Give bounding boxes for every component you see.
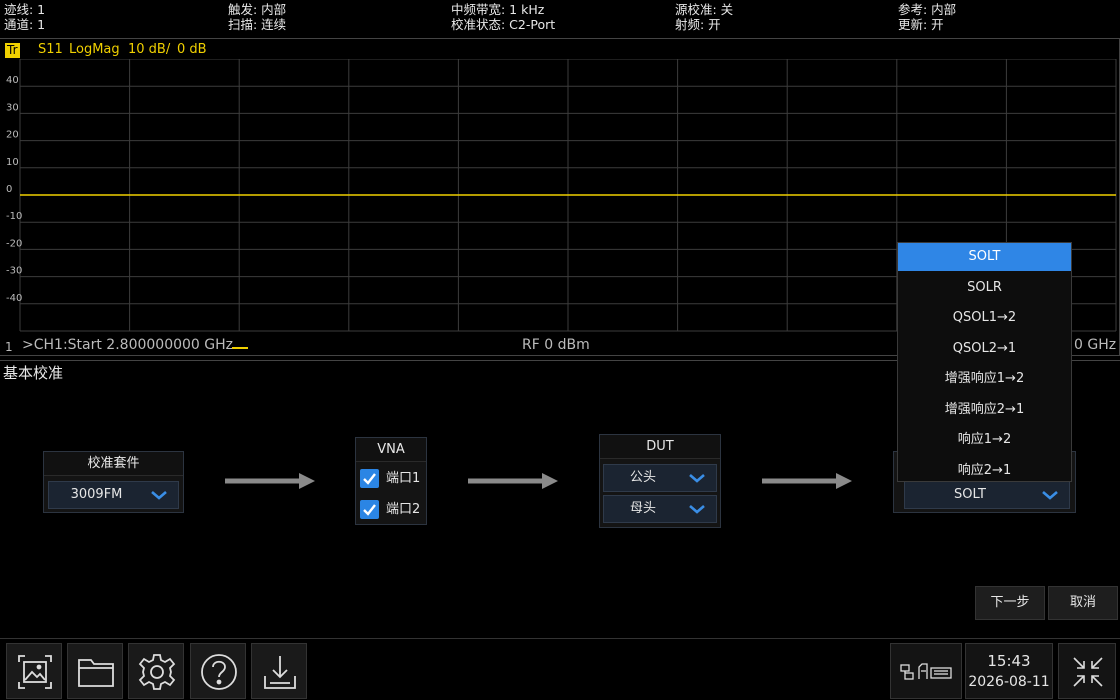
y-tick-label: -30 [6,266,22,277]
calibration-title: 基本校准 [3,364,64,382]
chevron-down-icon [689,505,705,514]
dropdown-option[interactable]: 响应1→2 [898,426,1071,454]
settings-button[interactable] [128,643,184,699]
chevron-down-icon [151,491,167,500]
clock[interactable]: 15:43 2026-08-11 [965,643,1053,699]
fullscreen-button[interactable] [1058,643,1116,699]
vna-label: VNA [356,438,426,462]
dut-connector2-select[interactable]: 母头 [603,495,717,523]
y-tick-label: -20 [6,238,22,249]
cal-kit-card: 校准套件 3009FM [43,451,184,513]
stop-frequency[interactable]: 0 GHz [1074,335,1116,355]
clock-date: 2026-08-11 [968,674,1050,690]
dropdown-option[interactable]: 增强响应2→1 [898,396,1071,424]
dropdown-option[interactable]: SOLT [898,243,1071,271]
system-tray[interactable] [890,643,962,699]
cal-method-select[interactable]: SOLT [904,481,1070,509]
dut-card: DUT 公头 母头 [599,434,721,528]
status-sweep: 扫描: 连续 [228,17,287,32]
status-if-bandwidth: 中频带宽: 1 kHz [451,2,545,17]
y-tick-label: 20 [6,130,19,141]
arrow-right-icon [762,473,852,489]
y-tick-label: -40 [6,293,22,304]
y-tick-label: -10 [6,211,22,222]
rf-power[interactable]: RF 0 dBm [522,335,590,355]
y-tick-label: 10 [6,157,19,168]
next-step-button[interactable]: 下一步 [975,586,1045,620]
y-tick-label: 30 [6,102,19,113]
status-trace: 迹线: 1 [4,2,46,17]
trace-scale[interactable]: 10 dB/ [128,42,170,58]
dropdown-option[interactable]: QSOL1→2 [898,304,1071,332]
trace-tag[interactable]: Tr 1 [5,43,20,72]
collapse-arrows-icon [1073,657,1103,687]
save-button[interactable] [251,643,307,699]
vna-card: VNA 端口1 端口2 [355,437,427,525]
clock-time: 15:43 [987,652,1031,670]
chevron-down-icon [689,474,705,483]
status-rf: 射频: 开 [675,17,721,32]
checkbox-checked-icon [360,469,379,488]
taskbar: 15:43 2026-08-11 [0,638,1120,700]
cal-kit-label: 校准套件 [44,452,183,476]
help-button[interactable] [190,643,246,699]
cancel-button[interactable]: 取消 [1048,586,1118,620]
help-icon [201,654,237,690]
port2-label: 端口2 [386,502,421,517]
file-manager-button[interactable] [67,643,123,699]
dropdown-option[interactable]: SOLR [898,274,1071,302]
cal-method-dropdown[interactable]: SOLT SOLR QSOL1→2 QSOL2→1 增强响应1→2 增强响应2→1 响应1→… [897,242,1072,482]
dropdown-option[interactable]: QSOL2→1 [898,335,1071,363]
status-channel: 通道: 1 [4,17,46,32]
status-cal-state: 校准状态: C2-Port [451,17,556,32]
dut-connector2-value: 母头 [629,501,656,516]
dut-label: DUT [600,435,720,459]
channel-marker: 1 [5,340,13,354]
folder-icon [78,659,114,687]
trace-param[interactable]: S11 [38,42,63,58]
cal-kit-select[interactable]: 3009FM [48,481,179,509]
port1-label: 端口1 [386,471,421,486]
dut-connector1-select[interactable]: 公头 [603,464,717,492]
arrow-right-icon [468,473,558,489]
status-trigger: 触发: 内部 [228,2,287,17]
gear-icon [138,654,176,690]
y-tick-label: 40 [6,75,19,86]
trace-format[interactable]: LogMag [69,42,120,58]
cal-method-value: SOLT [954,487,986,502]
dropdown-option[interactable]: 增强响应1→2 [898,365,1071,393]
download-icon [264,656,296,689]
chevron-down-icon [1042,491,1058,500]
screenshot-button[interactable] [6,643,62,699]
status-bar: 迹线: 1 通道: 1 触发: 内部 扫描: 连续 中频带宽: 1 kHz 校准… [0,0,1120,38]
cal-kit-value: 3009FM [70,487,123,502]
arrow-right-icon [225,473,315,489]
screenshot-icon [18,655,52,689]
trace-legend-swatch [232,347,248,349]
start-frequency[interactable]: >CH1:Start 2.800000000 GHz [22,335,233,355]
dropdown-option[interactable]: 响应2→1 [898,457,1071,482]
dut-connector1-value: 公头 [629,470,656,485]
status-source-cal: 源校准: 关 [675,2,734,17]
checkbox-checked-icon [360,500,379,519]
status-update: 更新: 开 [898,17,944,32]
status-reference: 参考: 内部 [898,2,957,17]
trace-ref[interactable]: 0 dB [177,42,207,58]
y-tick-label: 0 [6,184,12,195]
network-usb-keyboard-icon [900,663,952,680]
